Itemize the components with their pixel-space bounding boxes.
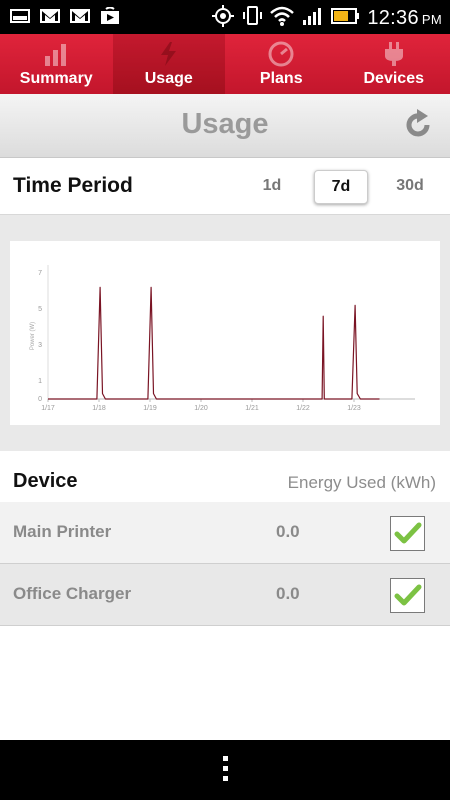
period-1d-button[interactable]: 1d: [246, 170, 298, 202]
period-7d-button[interactable]: 7d: [314, 170, 368, 204]
device-column-header: Device: [13, 470, 78, 492]
clock: 12:36 PM: [367, 7, 442, 29]
x-tick-label: 1/23: [347, 405, 361, 412]
y-tick-label: 1: [38, 378, 42, 385]
energy-value: 0.0: [276, 584, 300, 603]
bar-chart-icon: [42, 40, 70, 73]
status-bar: 12:36 PM: [0, 0, 450, 34]
power-chart: Power (W) 7 5 3 1 0 1/17 1/18 1/19 1/20 1/21 1/22 1/…: [10, 241, 440, 425]
play-store-icon: [98, 6, 122, 26]
battery-icon: [331, 6, 361, 31]
lightning-icon: [155, 40, 183, 73]
bottom-nav-bar: [0, 740, 450, 800]
x-tick-label: 1/19: [143, 405, 157, 412]
tab-label: Plans: [259, 70, 303, 87]
page-title: Usage: [181, 108, 269, 140]
device-table-header: Device Energy Used (kWh): [0, 452, 450, 503]
table-row[interactable]: Office Charger 0.0: [0, 564, 450, 626]
x-tick-label: 1/20: [194, 405, 208, 412]
tab-label: Devices: [363, 70, 425, 87]
x-tick-label: 1/21: [245, 405, 259, 412]
tab-bar: Summary Usage Plans Devices: [0, 34, 450, 94]
wifi-icon: [269, 5, 295, 32]
y-tick-label: 7: [38, 270, 42, 277]
energy-value: 0.0: [276, 522, 300, 541]
gauge-icon: [267, 40, 295, 73]
chart-area: Power (W) 7 5 3 1 0 1/17 1/18 1/19 1/20 1/21 1/22 1/…: [0, 215, 450, 451]
gps-icon: [211, 4, 235, 33]
gmail-icon: [38, 6, 62, 26]
tab-label: Usage: [144, 70, 193, 87]
y-tick-label: 0: [38, 396, 42, 403]
tab-usage[interactable]: Usage: [112, 34, 225, 94]
x-tick-label: 1/17: [41, 405, 55, 412]
energy-column-header: Energy Used (kWh): [287, 473, 436, 492]
device-name: Main Printer: [13, 522, 112, 541]
notification-icons: [8, 6, 122, 26]
y-tick-label: 5: [38, 306, 42, 313]
tab-plans[interactable]: Plans: [225, 34, 338, 94]
tab-summary[interactable]: Summary: [0, 34, 113, 94]
y-tick-label: 3: [38, 342, 42, 349]
signal-icon: [301, 5, 325, 32]
device-name: Office Charger: [13, 584, 132, 603]
y-axis-label: Power (W): [30, 322, 36, 350]
device-checkbox[interactable]: [390, 578, 425, 613]
device-checkbox[interactable]: [390, 516, 425, 551]
time-period-row: Time Period 1d 7d 30d: [0, 158, 450, 215]
gallery-icon: [8, 6, 32, 26]
period-30d-button[interactable]: 30d: [384, 170, 436, 202]
tab-devices[interactable]: Devices: [338, 34, 450, 94]
power-chart-svg: Power (W) 7 5 3 1 0 1/17 1/18 1/19 1/20 1/21 1/22 1/…: [30, 265, 415, 412]
tab-label: Summary: [19, 70, 93, 87]
refresh-icon[interactable]: [402, 108, 436, 142]
power-series-line: [48, 286, 380, 400]
plug-icon: [380, 40, 408, 73]
time-period-label: Time Period: [13, 174, 133, 197]
x-tick-label: 1/22: [296, 405, 310, 412]
gmail-icon: [68, 6, 92, 26]
overflow-menu-icon[interactable]: [220, 756, 230, 784]
table-row[interactable]: Main Printer 0.0: [0, 502, 450, 564]
checkmark-icon: [394, 522, 422, 544]
x-tick-label: 1/18: [92, 405, 106, 412]
title-bar: Usage: [0, 94, 450, 158]
vibrate-icon: [241, 4, 263, 33]
checkmark-icon: [394, 584, 422, 606]
